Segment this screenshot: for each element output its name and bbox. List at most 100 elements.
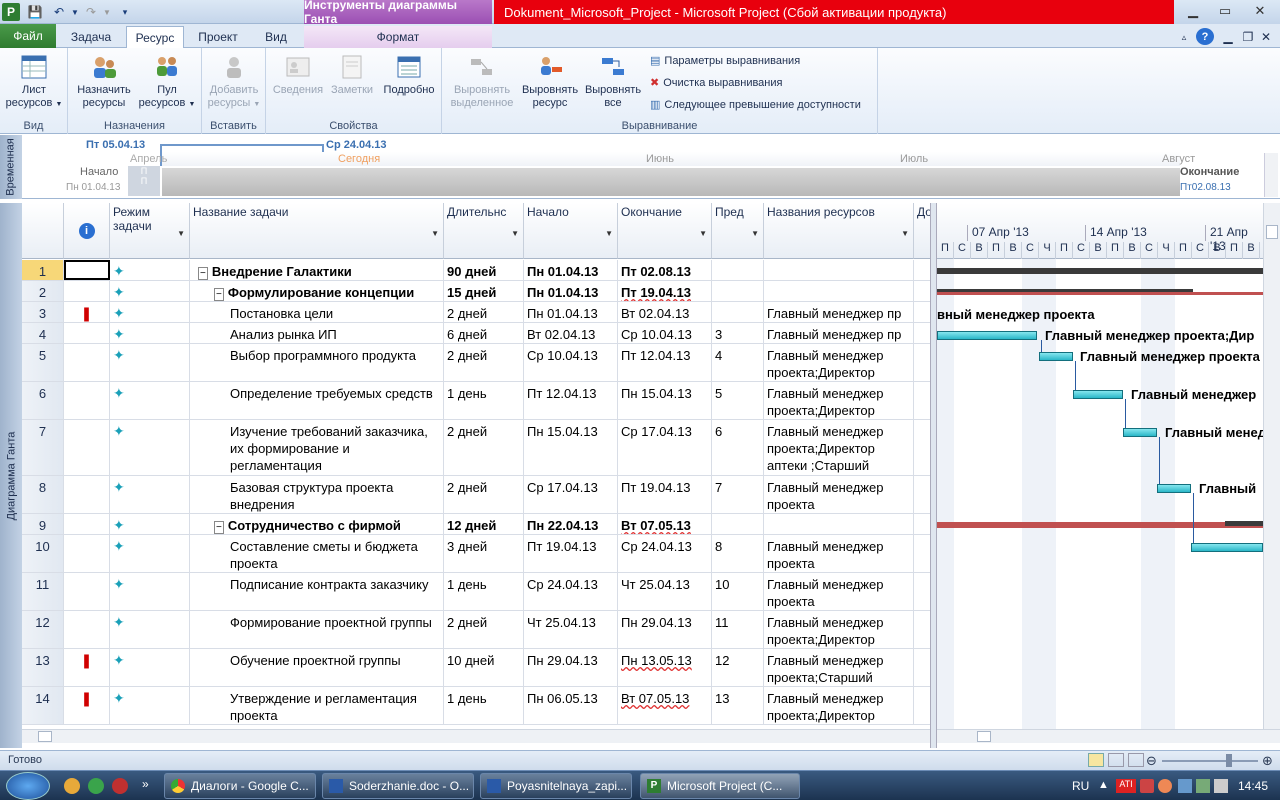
table-row[interactable]: 9 ✦ − Сотрудничество с фирмой 12 дней Пн 22.0… <box>22 514 930 535</box>
start-cell[interactable]: Пн 22.04.13 <box>524 514 618 534</box>
row-id[interactable]: 8 <box>22 476 64 513</box>
predecessors-cell[interactable]: 3 <box>712 323 764 343</box>
task-name-cell[interactable]: Составление сметы и бюджета проекта <box>190 535 444 572</box>
row-id[interactable]: 9 <box>22 514 64 534</box>
indicator-cell[interactable] <box>64 323 110 343</box>
customize-qat-icon[interactable]: ▾ <box>116 3 134 21</box>
predecessors-cell[interactable] <box>712 260 764 280</box>
table-row[interactable]: 1 ✦ − Внедрение Галактики 90 дней Пн 01.04.13… <box>22 260 930 281</box>
start-cell[interactable]: Пн 06.05.13 <box>524 687 618 724</box>
duration-cell[interactable]: 1 день <box>444 382 524 419</box>
manual-schedule-pin-icon[interactable]: ✦ <box>110 420 190 475</box>
finish-cell[interactable]: Ср 10.04.13 <box>618 323 712 343</box>
manual-schedule-pin-icon[interactable]: ✦ <box>110 535 190 572</box>
row-id[interactable]: 7 <box>22 420 64 475</box>
tray-sync-icon[interactable] <box>1196 779 1210 793</box>
row-id[interactable]: 2 <box>22 281 64 301</box>
sheet-shortcut-icon[interactable] <box>1128 753 1144 767</box>
tab-format[interactable]: Формат <box>304 26 492 48</box>
overallocation-indicator-icon[interactable]: ❚ <box>64 687 110 724</box>
zoom-slider-thumb[interactable] <box>1226 754 1232 767</box>
add-column-cell[interactable] <box>914 611 930 648</box>
manual-schedule-pin-icon[interactable]: ✦ <box>110 323 190 343</box>
predecessors-cell[interactable]: 8 <box>712 535 764 572</box>
collapse-toggle-icon[interactable]: − <box>198 267 208 280</box>
indicator-cell[interactable] <box>64 514 110 534</box>
add-column-cell[interactable] <box>914 323 930 343</box>
add-column-cell[interactable] <box>914 382 930 419</box>
start-cell[interactable]: Пн 01.04.13 <box>524 281 618 301</box>
task-bar-10[interactable] <box>1191 543 1263 552</box>
leveling-options-button[interactable]: ▤ Параметры выравнивания <box>650 54 800 68</box>
indicator-cell[interactable] <box>64 281 110 301</box>
resources-cell[interactable]: Главный менеджер проекта <box>764 476 914 513</box>
gantt-hscroll-thumb[interactable] <box>977 731 991 742</box>
add-column-cell[interactable] <box>914 344 930 381</box>
ribbon-minimize-icon[interactable]: ▵ <box>1176 26 1192 48</box>
level-selection-button[interactable]: Выровнять выделенное <box>446 52 518 110</box>
duration-cell[interactable]: 2 дней <box>444 302 524 322</box>
finish-cell[interactable]: Пн 15.04.13 <box>618 382 712 419</box>
task-name-cell[interactable]: Анализ рынка ИП <box>190 323 444 343</box>
add-column-cell[interactable] <box>914 687 930 724</box>
add-column-cell[interactable] <box>914 420 930 475</box>
table-row[interactable]: 11 ✦ Подписание контракта заказчику 1 день… <box>22 573 930 611</box>
tab-file[interactable]: Файл <box>0 24 56 48</box>
finish-cell[interactable]: Пн 13.05.13 <box>618 649 712 686</box>
manual-schedule-pin-icon[interactable]: ✦ <box>110 687 190 724</box>
row-id[interactable]: 1 <box>22 260 64 280</box>
overallocation-indicator-icon[interactable]: ❚ <box>64 302 110 322</box>
tray-app-icon-2[interactable] <box>1158 779 1172 793</box>
gantt-chart[interactable]: 07 Апр '13 14 Апр '13 21 Апр '13 ПСВПВСЧПС… <box>937 203 1263 729</box>
collapse-toggle-icon[interactable]: − <box>214 288 224 301</box>
duration-cell[interactable]: 12 дней <box>444 514 524 534</box>
doc-close-icon[interactable]: ✕ <box>1258 26 1274 48</box>
language-indicator[interactable]: RU <box>1072 779 1089 793</box>
indicator-cell[interactable] <box>64 344 110 381</box>
tab-resource[interactable]: Ресурс <box>126 26 184 49</box>
tab-project[interactable]: Проект <box>188 26 248 48</box>
manual-schedule-pin-icon[interactable]: ✦ <box>110 281 190 301</box>
manual-schedule-pin-icon[interactable]: ✦ <box>110 344 190 381</box>
indicator-cell[interactable] <box>64 476 110 513</box>
task-name-cell[interactable]: Обучение проектной группы <box>190 649 444 686</box>
task-name-cell[interactable]: − Сотрудничество с фирмой <box>190 514 444 534</box>
task-bar-8[interactable] <box>1157 484 1191 493</box>
resource-pool-button[interactable]: Пул ресурсов ▼ <box>136 52 198 111</box>
gantt-vertical-scrollbar[interactable] <box>1263 203 1280 729</box>
header-duration[interactable]: Длительнс ▼ <box>444 203 524 259</box>
indicator-cell[interactable] <box>64 573 110 610</box>
manual-schedule-pin-icon[interactable]: ✦ <box>110 514 190 534</box>
assign-resources-button[interactable]: Назначить ресурсы <box>72 52 136 110</box>
row-id[interactable]: 11 <box>22 573 64 610</box>
header-task-mode[interactable]: Режим задачи ▼ <box>110 203 190 259</box>
info-button[interactable]: Сведения <box>270 52 326 97</box>
table-row[interactable]: 13 ❚ ✦ Обучение проектной группы 10 дней Пн … <box>22 649 930 687</box>
predecessors-cell[interactable] <box>712 281 764 301</box>
predecessors-cell[interactable]: 6 <box>712 420 764 475</box>
resources-cell[interactable]: Главный менеджер проекта;Директор <box>764 687 914 724</box>
start-cell[interactable]: Ср 24.04.13 <box>524 573 618 610</box>
row-id[interactable]: 6 <box>22 382 64 419</box>
taskbar-item-chrome[interactable]: Диалоги - Google C... <box>164 773 316 799</box>
redo-dropdown-icon[interactable]: ▼ <box>98 3 116 21</box>
manual-schedule-pin-icon[interactable]: ✦ <box>110 302 190 322</box>
table-row[interactable]: 6 ✦ Определение требуемых средств 1 день Пт… <box>22 382 930 420</box>
zoom-slider[interactable] <box>1162 760 1258 762</box>
help-icon[interactable]: ? <box>1196 28 1214 45</box>
taskbar-item-word-2[interactable]: Poyasnitelnaya_zapi... <box>480 773 632 799</box>
resources-cell[interactable] <box>764 514 914 534</box>
indicator-cell[interactable] <box>64 420 110 475</box>
tab-task[interactable]: Задача <box>60 26 122 48</box>
add-column-cell[interactable] <box>914 260 930 280</box>
zoom-out-icon[interactable]: ⊖ <box>1146 753 1157 769</box>
resources-cell[interactable] <box>764 281 914 301</box>
clock[interactable]: 14:45 <box>1238 779 1268 793</box>
maximize-icon[interactable]: ▭ <box>1210 0 1240 22</box>
notes-button[interactable]: Заметки <box>326 52 378 97</box>
header-start[interactable]: Начало ▼ <box>524 203 618 259</box>
resources-cell[interactable]: Главный менеджер проекта;Старший <box>764 649 914 686</box>
start-cell[interactable]: Ср 10.04.13 <box>524 344 618 381</box>
header-add-column[interactable]: Доб <box>914 203 930 259</box>
split-bar[interactable] <box>930 203 937 748</box>
